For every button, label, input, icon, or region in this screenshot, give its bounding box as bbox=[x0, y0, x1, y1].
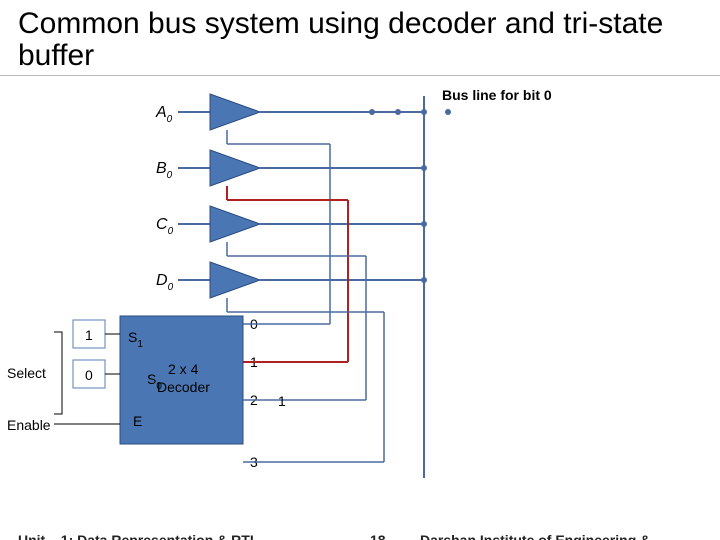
decoder-name-2: Decoder bbox=[157, 379, 210, 395]
active-output: 1 bbox=[278, 393, 286, 409]
bus-label: Bus line for bit 0 bbox=[442, 87, 552, 103]
buffer-label-A: A0 bbox=[155, 104, 173, 125]
decoder-name-1: 2 x 4 bbox=[168, 361, 199, 377]
buffer-B bbox=[210, 150, 260, 186]
select-label: Select bbox=[7, 365, 46, 381]
footer-page: 18 bbox=[370, 532, 386, 540]
diagram-svg: A0B0C0D0 Bus line for bit 0 S1 S0 2 x 4 … bbox=[0, 0, 720, 540]
select-brace bbox=[54, 332, 62, 414]
buffer-label-C: C0 bbox=[156, 216, 174, 237]
sel1-value: 1 bbox=[85, 327, 93, 343]
decoder-e: E bbox=[133, 413, 142, 429]
buffer-label-B: B0 bbox=[156, 160, 173, 181]
sel0-value: 0 bbox=[85, 367, 93, 383]
buffer-D bbox=[210, 262, 260, 298]
buffer-label-D: D0 bbox=[156, 272, 174, 293]
footer-unit: Unit – 1: Data Representation & RTL bbox=[18, 532, 258, 540]
buffer-A bbox=[210, 94, 260, 130]
footer-inst: Darshan Institute of Engineering & Techn… bbox=[420, 532, 720, 540]
enable-label: Enable bbox=[7, 417, 51, 433]
buffer-C bbox=[210, 206, 260, 242]
